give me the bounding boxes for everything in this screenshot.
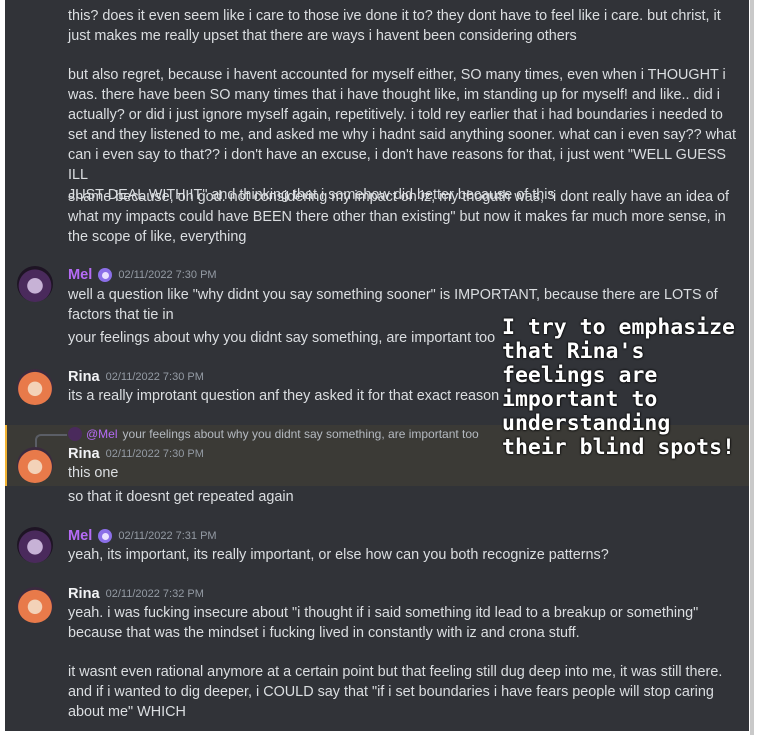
- annotation-overlay: I try to emphasize that Rina's feelings …: [502, 315, 735, 460]
- reply-preview[interactable]: @Mel your feelings about why you didnt s…: [68, 426, 479, 442]
- username-rina[interactable]: Rina: [68, 444, 100, 464]
- username-rina[interactable]: Rina: [68, 584, 100, 604]
- timestamp: 02/11/2022 7:30 PM: [105, 371, 204, 383]
- timestamp: 02/11/2022 7:30 PM: [118, 269, 217, 281]
- message-header: Rina 02/11/2022 7:30 PM: [68, 367, 204, 387]
- avatar-mel[interactable]: [17, 266, 53, 302]
- role-badge-icon: [98, 268, 113, 282]
- message-text: yeah. i was fucking insecure about "i th…: [68, 605, 699, 641]
- username-mel[interactable]: Mel: [68, 526, 92, 546]
- message-text: shame because, oh god. not considering m…: [68, 189, 730, 245]
- avatar-rina[interactable]: [17, 587, 53, 623]
- message-header: Rina 02/11/2022 7:30 PM: [68, 444, 204, 464]
- role-badge-icon: [98, 529, 113, 543]
- avatar-rina[interactable]: [17, 447, 53, 483]
- message-text: but also regret, because i havent accoun…: [68, 67, 736, 203]
- message-text: this? does it even seem like i care to t…: [68, 8, 721, 44]
- message-header: Mel 02/11/2022 7:31 PM: [68, 526, 217, 546]
- username-mel[interactable]: Mel: [68, 265, 92, 285]
- message-header: Mel 02/11/2022 7:30 PM: [68, 265, 217, 285]
- reply-text[interactable]: your feelings about why you didnt say so…: [123, 427, 479, 441]
- username-rina[interactable]: Rina: [68, 367, 100, 387]
- reply-avatar-mel: [68, 427, 82, 441]
- avatar-mel[interactable]: [17, 527, 53, 563]
- message-text: this one: [68, 465, 119, 481]
- message-text: so that it doesnt get repeated again: [68, 489, 294, 505]
- message-text: yeah, its important, its really importan…: [68, 547, 609, 563]
- reply-connector: [35, 434, 67, 448]
- reply-mention[interactable]: @Mel: [86, 427, 118, 441]
- mention-highlight-bar: [5, 425, 7, 486]
- message-header: Rina 02/11/2022 7:32 PM: [68, 584, 204, 604]
- timestamp: 02/11/2022 7:30 PM: [105, 448, 204, 460]
- message-text: it wasnt even rational anymore at a cert…: [68, 664, 723, 720]
- timestamp: 02/11/2022 7:31 PM: [118, 530, 217, 542]
- timestamp: 02/11/2022 7:32 PM: [105, 588, 204, 600]
- avatar-rina[interactable]: [17, 369, 53, 405]
